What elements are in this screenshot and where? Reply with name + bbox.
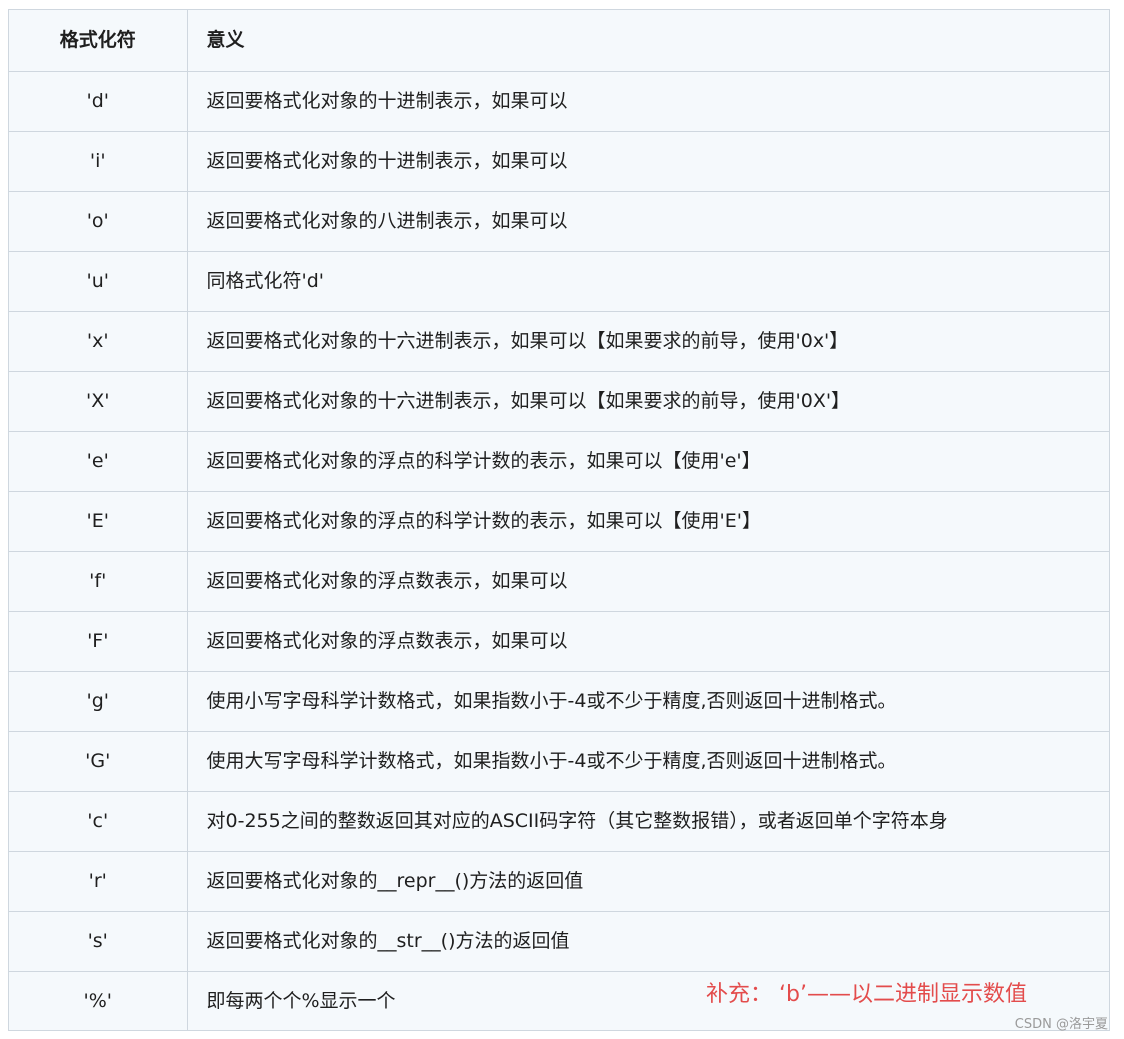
table-row: 'E' 返回要格式化对象的浮点的科学计数的表示，如果可以【使用'E'】	[9, 491, 1109, 552]
format-cell: 'u'	[9, 251, 188, 312]
format-specifier-table-container: 格式化符 意义 'd' 返回要格式化对象的十进制表示，如果可以 'i' 返回要格…	[8, 9, 1110, 1031]
supplement-annotation: 补充： ‘b’——以二进制显示数值	[706, 982, 1027, 1007]
meaning-cell: 返回要格式化对象的十进制表示，如果可以	[187, 131, 1109, 192]
table-row: 'd' 返回要格式化对象的十进制表示，如果可以	[9, 71, 1109, 132]
table-row: 'X' 返回要格式化对象的十六进制表示，如果可以【如果要求的前导，使用'0X'】	[9, 371, 1109, 432]
meaning-cell: 对0-255之间的整数返回其对应的ASCII码字符（其它整数报错），或者返回单个…	[187, 791, 1109, 852]
table-row: 'g' 使用小写字母科学计数格式，如果指数小于-4或不少于精度,否则返回十进制格…	[9, 671, 1109, 732]
meaning-cell: 返回要格式化对象的浮点数表示，如果可以	[187, 611, 1109, 672]
format-cell: 'c'	[9, 791, 188, 852]
table-row: 'G' 使用大写字母科学计数格式，如果指数小于-4或不少于精度,否则返回十进制格…	[9, 731, 1109, 792]
meaning-cell: 返回要格式化对象的八进制表示，如果可以	[187, 191, 1109, 252]
meaning-cell: 返回要格式化对象的浮点的科学计数的表示，如果可以【使用'e'】	[187, 431, 1109, 492]
header-meaning: 意义	[187, 10, 1109, 72]
meaning-cell: 同格式化符'd'	[187, 251, 1109, 312]
csdn-watermark: CSDN @洛宇夏	[1014, 1017, 1108, 1032]
format-cell: 'X'	[9, 371, 188, 432]
meaning-cell: 返回要格式化对象的__str__()方法的返回值	[187, 911, 1109, 972]
meaning-cell: 返回要格式化对象的__repr__()方法的返回值	[187, 851, 1109, 912]
meaning-cell: 返回要格式化对象的十六进制表示，如果可以【如果要求的前导，使用'0x'】	[187, 311, 1109, 372]
meaning-cell: 使用大写字母科学计数格式，如果指数小于-4或不少于精度,否则返回十进制格式。	[187, 731, 1109, 792]
table-header-row: 格式化符 意义	[9, 10, 1109, 72]
format-cell: 'o'	[9, 191, 188, 252]
format-cell: 'f'	[9, 551, 188, 612]
table-row: 'F' 返回要格式化对象的浮点数表示，如果可以	[9, 611, 1109, 672]
format-specifier-table: 格式化符 意义 'd' 返回要格式化对象的十进制表示，如果可以 'i' 返回要格…	[9, 10, 1109, 1031]
meaning-cell: 使用小写字母科学计数格式，如果指数小于-4或不少于精度,否则返回十进制格式。	[187, 671, 1109, 732]
format-cell: 'F'	[9, 611, 188, 672]
format-cell: 'e'	[9, 431, 188, 492]
format-cell: '%'	[9, 971, 188, 1031]
header-format-specifier: 格式化符	[9, 10, 188, 72]
table-row: 'i' 返回要格式化对象的十进制表示，如果可以	[9, 131, 1109, 192]
format-cell: 'G'	[9, 731, 188, 792]
table-row: 'f' 返回要格式化对象的浮点数表示，如果可以	[9, 551, 1109, 612]
table-row: 'c' 对0-255之间的整数返回其对应的ASCII码字符（其它整数报错），或者…	[9, 791, 1109, 852]
format-cell: 'g'	[9, 671, 188, 732]
table-row: 'r' 返回要格式化对象的__repr__()方法的返回值	[9, 851, 1109, 912]
format-cell: 'i'	[9, 131, 188, 192]
format-cell: 'x'	[9, 311, 188, 372]
table-row: 'e' 返回要格式化对象的浮点的科学计数的表示，如果可以【使用'e'】	[9, 431, 1109, 492]
table-body: 'd' 返回要格式化对象的十进制表示，如果可以 'i' 返回要格式化对象的十进制…	[9, 71, 1109, 1031]
meaning-cell: 返回要格式化对象的浮点的科学计数的表示，如果可以【使用'E'】	[187, 491, 1109, 552]
format-cell: 'd'	[9, 71, 188, 132]
table-row: 'x' 返回要格式化对象的十六进制表示，如果可以【如果要求的前导，使用'0x'】	[9, 311, 1109, 372]
meaning-cell: 返回要格式化对象的十进制表示，如果可以	[187, 71, 1109, 132]
meaning-cell: 返回要格式化对象的十六进制表示，如果可以【如果要求的前导，使用'0X'】	[187, 371, 1109, 432]
table-row: 's' 返回要格式化对象的__str__()方法的返回值	[9, 911, 1109, 972]
format-cell: 'E'	[9, 491, 188, 552]
table-row: 'u' 同格式化符'd'	[9, 251, 1109, 312]
meaning-cell: 返回要格式化对象的浮点数表示，如果可以	[187, 551, 1109, 612]
table-row: 'o' 返回要格式化对象的八进制表示，如果可以	[9, 191, 1109, 252]
table-header: 格式化符 意义	[9, 10, 1109, 72]
format-cell: 's'	[9, 911, 188, 972]
format-cell: 'r'	[9, 851, 188, 912]
